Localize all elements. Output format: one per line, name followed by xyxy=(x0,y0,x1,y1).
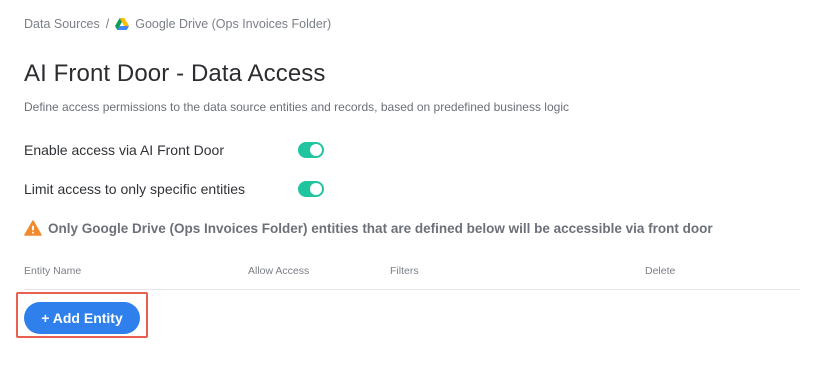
limit-entities-toggle[interactable] xyxy=(298,181,324,197)
google-drive-icon xyxy=(115,18,130,30)
column-filters: Filters xyxy=(390,265,419,277)
toggle-knob xyxy=(310,144,322,156)
entity-access-warning: Only Google Drive (Ops Invoices Folder) … xyxy=(24,220,713,236)
limit-entities-label: Limit access to only specific entities xyxy=(24,181,245,197)
enable-front-door-setting: Enable access via AI Front Door xyxy=(24,138,334,162)
add-entity-button[interactable]: + Add Entity xyxy=(24,302,140,334)
breadcrumb-data-sources[interactable]: Data Sources xyxy=(24,17,100,31)
warning-text: Only Google Drive (Ops Invoices Folder) … xyxy=(48,220,713,236)
page-subtitle: Define access permissions to the data so… xyxy=(24,100,569,114)
column-entity-name: Entity Name xyxy=(24,265,82,277)
toggle-knob xyxy=(310,183,322,195)
enable-front-door-label: Enable access via AI Front Door xyxy=(24,142,224,158)
breadcrumb-current: Google Drive (Ops Invoices Folder) xyxy=(135,17,332,31)
page-title: AI Front Door - Data Access xyxy=(24,60,326,87)
breadcrumb-separator: / xyxy=(105,17,110,31)
data-access-page: Data Sources / Google Drive (Ops Invoice… xyxy=(0,0,820,378)
warning-triangle-icon xyxy=(24,220,42,236)
column-allow-access: Allow Access xyxy=(248,265,310,277)
entity-table-header: Entity Name Allow Access Filters Delete xyxy=(24,264,800,290)
column-delete: Delete xyxy=(645,265,676,277)
enable-front-door-toggle[interactable] xyxy=(298,142,324,158)
breadcrumb: Data Sources / Google Drive (Ops Invoice… xyxy=(24,16,331,32)
limit-entities-setting: Limit access to only specific entities xyxy=(24,177,334,201)
